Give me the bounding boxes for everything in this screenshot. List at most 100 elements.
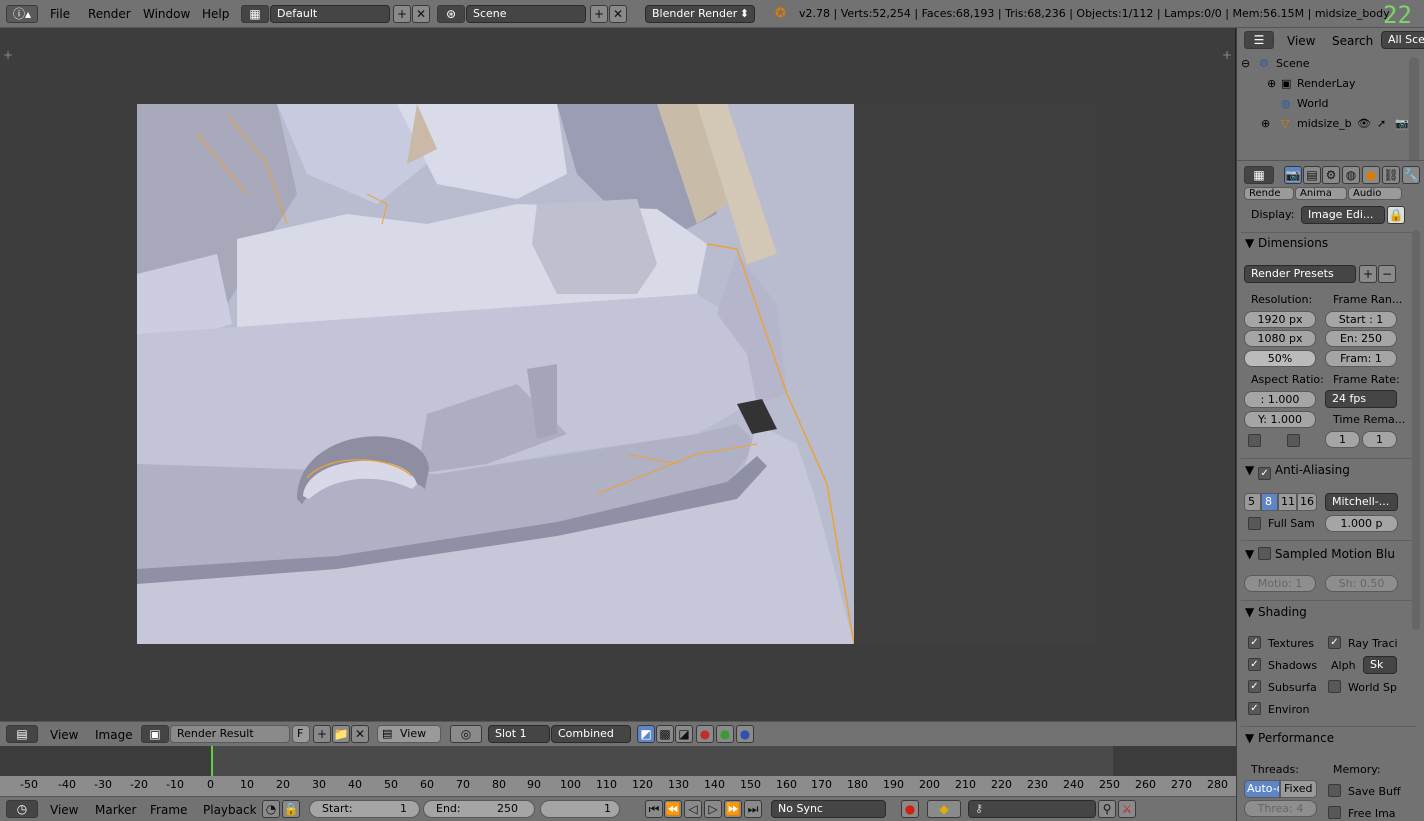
- image-browse-icon[interactable]: ▣: [141, 725, 169, 743]
- current-frame-cursor[interactable]: [211, 746, 213, 778]
- menu-view[interactable]: View: [50, 728, 78, 742]
- menu-view[interactable]: View: [1287, 34, 1315, 48]
- insert-keyframe-icon[interactable]: ⚲: [1098, 800, 1116, 818]
- delete-keyframe-icon[interactable]: ⚔: [1118, 800, 1136, 818]
- menu-image[interactable]: Image: [95, 728, 133, 742]
- timeline-area[interactable]: -50 -40 -30 -20 -10 0 10 20 30 40 50 60 …: [0, 746, 1236, 796]
- active-keying-set-field[interactable]: ⚷: [968, 800, 1096, 818]
- scene-tab-icon[interactable]: ⚙: [1322, 166, 1340, 184]
- collapse-icon[interactable]: ⊖: [1241, 57, 1250, 71]
- record-icon[interactable]: ●: [901, 800, 919, 818]
- current-frame-field[interactable]: 1: [540, 800, 620, 818]
- fake-user-button[interactable]: F: [292, 725, 310, 743]
- save-buffers-checkbox[interactable]: [1328, 784, 1341, 797]
- motion-samples-field[interactable]: Motio: 1: [1244, 575, 1316, 592]
- visibility-eye-icon[interactable]: 👁: [1357, 117, 1371, 131]
- render-subtab[interactable]: Rende: [1244, 187, 1294, 200]
- outliner-item-renderlayer[interactable]: RenderLay: [1297, 77, 1356, 91]
- jump-keyframe-forward-icon[interactable]: ⏩: [724, 800, 742, 818]
- outliner-item-scene[interactable]: Scene: [1276, 57, 1310, 71]
- info-editor-type-icon[interactable]: ⓘ▴: [6, 5, 38, 23]
- slot-select[interactable]: Slot 1: [488, 725, 550, 743]
- outliner-item-world[interactable]: World: [1297, 97, 1329, 111]
- resolution-percent-slider[interactable]: 50%: [1244, 350, 1316, 367]
- environment-checkbox[interactable]: ✓: [1248, 702, 1261, 715]
- jump-keyframe-back-icon[interactable]: ⏪: [664, 800, 682, 818]
- subsurface-checkbox[interactable]: ✓: [1248, 680, 1261, 693]
- aspect-x-field[interactable]: : 1.000: [1244, 391, 1316, 408]
- shutter-field[interactable]: Sh: 0.50: [1325, 575, 1398, 592]
- outliner-item-object[interactable]: midsize_b: [1297, 117, 1352, 131]
- properties-editor-type-icon[interactable]: ▦: [1244, 166, 1274, 184]
- blue-channel-icon[interactable]: ●: [736, 725, 754, 743]
- dimensions-header[interactable]: ▼ Dimensions: [1245, 236, 1328, 250]
- performance-header[interactable]: ▼ Performance: [1245, 731, 1334, 745]
- jump-start-icon[interactable]: ⏮: [645, 800, 663, 818]
- modifiers-tab-icon[interactable]: 🔧: [1402, 166, 1420, 184]
- selectable-cursor-icon[interactable]: ➚: [1377, 117, 1386, 131]
- keying-set-icon[interactable]: ◆: [927, 800, 961, 818]
- frame-rate-select[interactable]: 24 fps: [1325, 390, 1397, 408]
- lock-interface-icon[interactable]: 🔒: [1387, 206, 1405, 224]
- view-mode-select[interactable]: ▤ View: [377, 725, 441, 743]
- motion-blur-header[interactable]: ▼ Sampled Motion Blu: [1245, 545, 1395, 561]
- aa-samples-5[interactable]: 5: [1244, 493, 1261, 511]
- menu-view[interactable]: View: [50, 803, 78, 817]
- aa-samples-11[interactable]: 11: [1278, 493, 1297, 511]
- end-frame-field[interactable]: End: 250: [423, 800, 535, 818]
- frame-start-field[interactable]: Start : 1: [1325, 311, 1397, 328]
- expand-icon[interactable]: ⊕: [1267, 77, 1276, 91]
- outliner-scrollbar[interactable]: [1409, 57, 1419, 165]
- corner-plus-icon[interactable]: +: [1222, 48, 1232, 62]
- world-space-checkbox[interactable]: [1328, 680, 1341, 693]
- render-tab-icon[interactable]: 📷: [1284, 166, 1302, 184]
- draw-alpha-icon[interactable]: ▩: [656, 725, 674, 743]
- play-reverse-icon[interactable]: ◁: [684, 800, 702, 818]
- menu-playback[interactable]: Playback: [203, 803, 257, 817]
- alpha-mode-select[interactable]: Sk: [1363, 656, 1397, 674]
- image-editor-type-icon[interactable]: ▤: [6, 725, 38, 743]
- menu-window[interactable]: Window: [143, 7, 190, 21]
- raytrace-checkbox[interactable]: ✓: [1328, 636, 1341, 649]
- shading-header[interactable]: ▼ Shading: [1245, 605, 1307, 619]
- properties-scrollbar[interactable]: [1412, 230, 1420, 630]
- shadows-checkbox[interactable]: ✓: [1248, 658, 1261, 671]
- pivot-icon[interactable]: ◎: [450, 725, 482, 743]
- menu-file[interactable]: File: [50, 7, 70, 21]
- sync-select[interactable]: No Sync: [771, 800, 886, 818]
- aa-samples-8[interactable]: 8: [1261, 493, 1278, 511]
- threads-auto-button[interactable]: Auto-d: [1244, 780, 1280, 798]
- timeline-editor-type-icon[interactable]: ◷: [6, 800, 38, 818]
- remap-old-field[interactable]: 1: [1325, 431, 1360, 448]
- aa-samples-16[interactable]: 16: [1297, 493, 1317, 511]
- render-layers-tab-icon[interactable]: ▤: [1303, 166, 1321, 184]
- textures-checkbox[interactable]: ✓: [1248, 636, 1261, 649]
- menu-render[interactable]: Render: [88, 7, 131, 21]
- scene-icon[interactable]: ⊛: [437, 5, 465, 23]
- audio-subtab[interactable]: Audio: [1348, 187, 1402, 200]
- menu-marker[interactable]: Marker: [95, 803, 136, 817]
- border-checkbox[interactable]: [1248, 434, 1261, 447]
- frame-end-field[interactable]: En: 250: [1325, 330, 1397, 347]
- lock-icon[interactable]: 🔒: [282, 800, 300, 818]
- expand-icon[interactable]: ⊕: [1261, 117, 1270, 131]
- menu-search[interactable]: Search: [1332, 34, 1373, 48]
- remove-preset-icon[interactable]: −: [1378, 265, 1396, 283]
- aa-filter-size-field[interactable]: 1.000 p: [1325, 515, 1398, 532]
- new-image-icon[interactable]: +: [313, 725, 331, 743]
- preview-range-icon[interactable]: ◔: [262, 800, 280, 818]
- anti-aliasing-header[interactable]: ▼ ✓ Anti-Aliasing: [1245, 463, 1350, 480]
- constraints-tab-icon[interactable]: ⛓: [1382, 166, 1400, 184]
- display-select[interactable]: Image Edi...: [1301, 206, 1385, 224]
- remap-new-field[interactable]: 1: [1362, 431, 1397, 448]
- layout-select[interactable]: Default: [270, 5, 390, 23]
- add-preset-icon[interactable]: +: [1359, 265, 1377, 283]
- resolution-x-field[interactable]: 1920 px: [1244, 311, 1316, 328]
- scene-select[interactable]: Scene: [466, 5, 586, 23]
- add-layout-icon[interactable]: +: [393, 5, 411, 23]
- aa-filter-select[interactable]: Mitchell-...: [1325, 493, 1398, 511]
- menu-help[interactable]: Help: [202, 7, 229, 21]
- render-camera-icon[interactable]: 📷: [1395, 117, 1409, 131]
- world-tab-icon[interactable]: ◍: [1342, 166, 1360, 184]
- corner-plus-icon[interactable]: +: [3, 48, 13, 62]
